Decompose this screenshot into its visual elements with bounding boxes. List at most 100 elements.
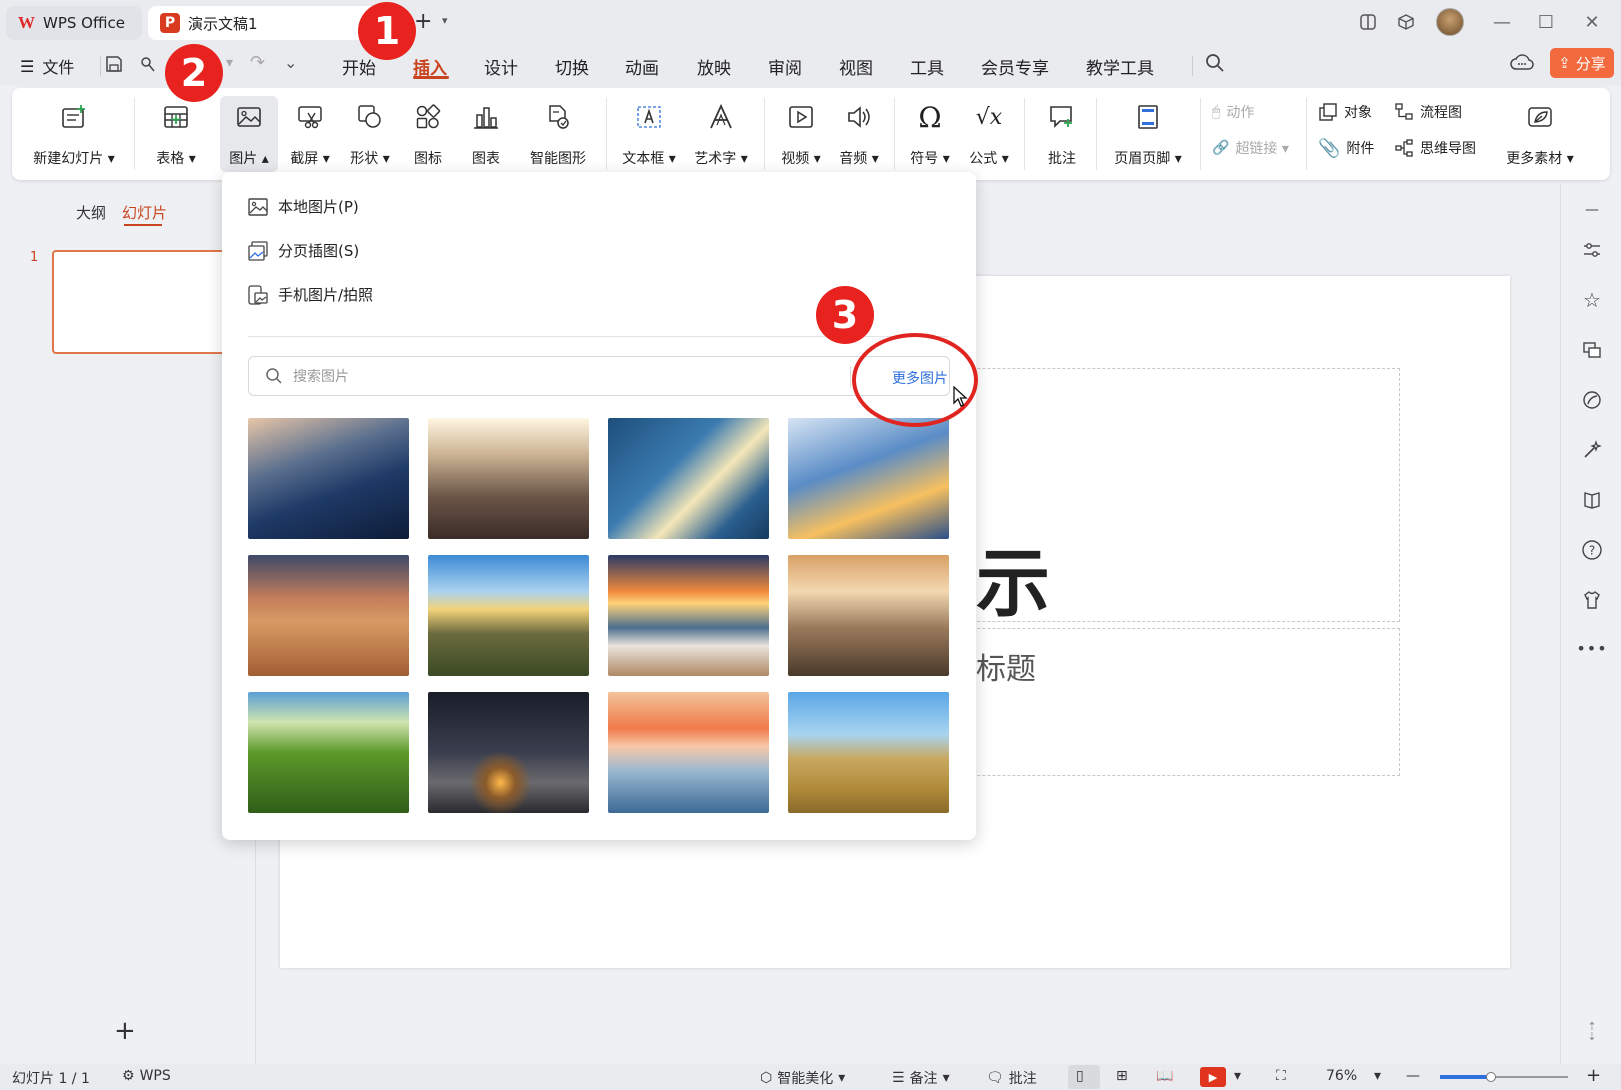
smart-beautify-button[interactable]: ⬡ 智能美化 ▾ [760,1068,845,1088]
hyperlink-label: 超链接 [1235,141,1278,157]
picture-button[interactable]: 图片 ▴ [220,96,278,172]
thumbnail-night-tent[interactable] [428,692,589,813]
tab-outline[interactable]: 大纲 [76,202,106,223]
hyperlink-button[interactable]: 🔗 超链接 ▾ [1212,134,1289,162]
minimize-icon[interactable]: — [1486,8,1518,36]
video-button[interactable]: 视频 ▾ [776,96,826,172]
thumbnail-curved-building[interactable] [248,418,409,539]
play-slideshow-icon[interactable]: ▶ [1200,1067,1226,1087]
action-button[interactable]: 🖱 动作 [1212,98,1254,126]
zoom-slider-handle[interactable] [1486,1072,1496,1082]
zoom-level[interactable]: 76% [1326,1068,1357,1084]
tab-slides[interactable]: 幻灯片 [122,202,167,223]
thumbnail-rocky-coast[interactable] [788,555,949,676]
chevron-down-icon[interactable]: ▾ [1234,1068,1241,1084]
maximize-icon[interactable]: ☐ [1530,8,1562,36]
add-slide-button[interactable]: + [114,1016,136,1046]
palette-icon[interactable] [1580,388,1604,412]
collapse-icon[interactable]: — [1580,198,1604,222]
formula-button[interactable]: √x 公式 ▾ [964,96,1014,172]
layout-icon[interactable] [1352,8,1384,36]
symbol-button[interactable]: Ω 符号 ▾ [906,96,954,172]
phone-picture-item[interactable]: 手机图片/拍照 [248,284,373,305]
scroll-arrows-icon[interactable]: ⇡ ⇣ [1580,1020,1604,1044]
local-picture-item[interactable]: 本地图片(P) [248,196,359,217]
wps-ai-button[interactable]: ⚙ WPS [122,1068,171,1084]
thumbnail-great-wall[interactable] [428,555,589,676]
textbox-button[interactable]: 文本框 ▾ [618,96,680,172]
tab-design[interactable]: 设计 [484,54,518,79]
tab-wps-office[interactable]: W WPS Office [6,6,142,40]
audio-button[interactable]: 音频 ▾ [834,96,884,172]
more-icon[interactable]: ••• [1576,636,1606,660]
normal-view-button[interactable] [1068,1065,1100,1089]
divider [606,98,607,170]
table-button[interactable]: 表格 ▾ [148,96,204,172]
save-icon[interactable] [104,54,124,78]
close-icon[interactable]: ✕ [1576,8,1608,36]
reading-view-icon[interactable]: 📖 [1156,1068,1173,1084]
picture-search-input[interactable]: 搜索图片 [248,356,950,396]
quick-access-more-icon[interactable]: ⌄ [284,53,297,72]
icon-button[interactable]: 图标 [404,96,452,172]
attachment-button[interactable]: 📎 附件 [1318,134,1374,162]
new-tab-button[interactable]: + [414,9,432,34]
undo-dropdown-icon[interactable]: ▾ [226,55,233,71]
thumbnail-horses-grassland[interactable] [788,692,949,813]
tab-start[interactable]: 开始 [342,54,376,79]
thumbnail-lake-sunset[interactable] [608,692,769,813]
book-icon[interactable] [1580,488,1604,512]
zoom-out-button[interactable]: — [1406,1068,1420,1084]
avatar[interactable] [1436,8,1464,36]
cloud-icon[interactable] [1510,52,1534,78]
format-painter-icon[interactable] [138,54,158,78]
redo-icon[interactable]: ↷ [250,52,265,73]
thumbnail-skyscrapers-up[interactable] [428,418,589,539]
tab-slideshow[interactable]: 放映 [697,54,731,79]
tab-tools[interactable]: 工具 [910,54,944,79]
status-bar: 幻灯片 1 / 1 ⚙ WPS ⬡ 智能美化 ▾ ☰ 备注 ▾ 🗨 批注 ▯ ⊞… [0,1064,1621,1090]
magic-wand-icon[interactable] [1580,438,1604,462]
word-art-button[interactable]: 艺术字 ▾ [690,96,752,172]
tab-teaching-tools[interactable]: 教学工具 [1086,54,1154,79]
tab-animation[interactable]: 动画 [625,54,659,79]
tab-transition[interactable]: 切换 [555,54,589,79]
help-icon[interactable]: ? [1580,538,1604,562]
screenshot-button[interactable]: 截屏 ▾ [284,96,336,172]
zoom-in-button[interactable]: + [1586,1065,1601,1086]
thumbnail-tower-sunlight[interactable] [788,418,949,539]
sliders-icon[interactable] [1580,238,1604,262]
thumbnail-glass-facade[interactable] [608,418,769,539]
object-button[interactable]: 对象 [1318,98,1372,126]
comments-button[interactable]: 🗨 批注 [986,1068,1037,1088]
more-material-button[interactable]: 更多素材 ▾ [1498,96,1582,172]
notes-button[interactable]: ☰ 备注 ▾ [892,1068,950,1088]
grid-view-icon[interactable]: ⊞ [1116,1068,1128,1084]
star-icon[interactable]: ☆ [1580,288,1604,312]
picture-icon [232,100,266,134]
tab-review[interactable]: 审阅 [768,54,802,79]
fit-window-icon[interactable]: ⛶ [1276,1068,1286,1084]
tab-view[interactable]: 视图 [839,54,873,79]
search-icon[interactable] [1204,52,1226,78]
chat-icon[interactable] [1580,338,1604,362]
paged-picture-item[interactable]: 分页插图(S) [248,240,359,261]
thumbnail-sea-sunset[interactable] [608,555,769,676]
thumbnail-green-field-car[interactable] [248,692,409,813]
share-button[interactable]: ⇪ 分享 [1550,48,1614,78]
chart-button[interactable]: 图表 [462,96,510,172]
file-menu-button[interactable]: ☰ 文件 [20,54,74,78]
tab-member[interactable]: 会员专享 [981,54,1049,79]
chevron-down-icon[interactable]: ▾ [442,14,448,27]
chevron-down-icon[interactable]: ▾ [1374,1068,1381,1084]
cube-icon[interactable] [1390,8,1422,36]
comment-button[interactable]: 批注 [1042,96,1082,172]
header-footer-button[interactable]: 页眉页脚 ▾ [1108,96,1188,172]
shape-button[interactable]: 形状 ▾ [344,96,396,172]
thumbnail-desert-dunes[interactable] [248,555,409,676]
shirt-icon[interactable] [1580,588,1604,612]
new-slide-button[interactable]: 新建幻灯片 ▾ [28,96,120,172]
flowchart-button[interactable]: 流程图 [1394,98,1462,126]
smart-art-button[interactable]: 智能图形 [520,96,596,172]
mindmap-button[interactable]: 思维导图 [1394,134,1476,162]
